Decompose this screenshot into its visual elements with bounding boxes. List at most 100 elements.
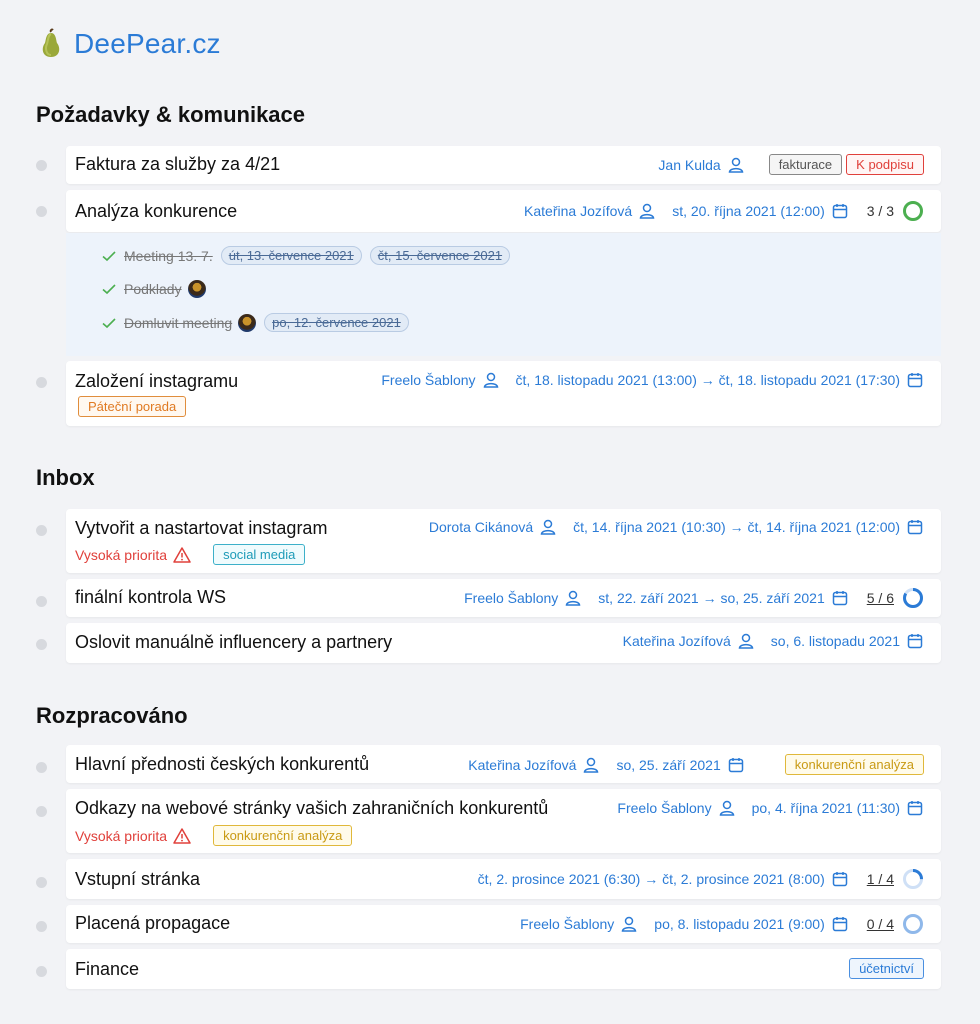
due-date[interactable]: po, 4. října 2021 (11:30)	[752, 799, 924, 817]
task-complete-toggle[interactable]	[36, 596, 47, 607]
task-card[interactable]: Hlavní přednosti českých konkurentů Kate…	[66, 745, 941, 783]
subtask-date[interactable]: po, 12. července 2021	[264, 313, 409, 332]
tag-label[interactable]: Páteční porada	[78, 396, 187, 417]
task-card[interactable]: Vytvořit a nastartovat instagram Dorota …	[66, 509, 941, 573]
section-title: Požadavky & komunikace	[36, 102, 306, 127]
task-complete-toggle[interactable]	[36, 377, 47, 388]
subtask-count: 0 / 4	[866, 916, 894, 932]
assignee[interactable]: Jan Kulda	[658, 156, 744, 174]
subtask-title: Domluvit meeting	[124, 314, 233, 331]
subtask-title: Meeting 13. 7.	[124, 247, 213, 264]
task-complete-toggle[interactable]	[36, 206, 47, 217]
subtask-date[interactable]: čt, 15. července 2021	[369, 246, 511, 265]
due-date[interactable]: čt, 2. prosince 2021 (6:30) → čt, 2. pro…	[478, 870, 849, 888]
task-title[interactable]: Finance	[75, 959, 139, 980]
due-date[interactable]: st, 20. října 2021 (12:00)	[672, 202, 849, 220]
priority-label: Vysoká priorita	[75, 546, 191, 564]
subtask-item[interactable]: Meeting 13. 7. út, 13. července 2021 čt,…	[100, 246, 511, 265]
subtask-counter[interactable]: 5 / 6	[867, 587, 924, 609]
brand-logo[interactable]: DeePear.cz	[36, 28, 221, 60]
task-title[interactable]: finální kontrola WS	[75, 587, 226, 608]
progress-ring-icon	[903, 869, 923, 889]
task-card[interactable]: Vstupní stránka čt, 2. prosince 2021 (6:…	[66, 859, 941, 899]
due-date[interactable]: čt, 14. října 2021 (10:30) → čt, 14. říj…	[573, 518, 924, 536]
task-card[interactable]: Faktura za služby za 4/21 Jan Kulda fakt…	[66, 146, 941, 184]
task-complete-toggle[interactable]	[36, 525, 47, 536]
task-title[interactable]: Oslovit manuálně influencery a partnery	[75, 632, 392, 653]
user-icon	[728, 157, 744, 173]
tag-label[interactable]: konkurenční analýza	[213, 825, 353, 846]
user-icon	[639, 203, 655, 219]
assignee-name: Dorota Cikánová	[428, 519, 534, 535]
task-complete-toggle[interactable]	[36, 160, 47, 171]
task-card[interactable]: Odkazy na webové stránky vašich zahranič…	[66, 789, 941, 853]
task-complete-toggle[interactable]	[36, 921, 47, 932]
avatar[interactable]	[187, 280, 206, 298]
due-date[interactable]: po, 8. listopadu 2021 (9:00)	[654, 915, 848, 933]
due-date[interactable]: st, 22. září 2021 → so, 25. září 2021	[598, 589, 848, 607]
task-card[interactable]: Placená propagace Freelo Šablony po, 8. …	[66, 905, 941, 943]
section-title: Rozpracováno	[36, 703, 188, 728]
calendar-icon	[728, 757, 743, 772]
task-complete-toggle[interactable]	[36, 877, 47, 888]
calendar-icon	[907, 634, 923, 649]
avatar[interactable]	[238, 313, 257, 332]
assignee-name: Freelo Šablony	[464, 590, 559, 606]
assignee[interactable]: Freelo Šablony	[464, 589, 582, 607]
due-date-text: čt, 2. prosince 2021 (6:30) → čt, 2. pro…	[477, 871, 825, 887]
progress-ring-icon	[903, 588, 923, 608]
assignee-name: Jan Kulda	[658, 156, 721, 173]
assignee[interactable]: Freelo Šablony	[520, 915, 638, 933]
subtask-counter[interactable]: 0 / 4	[867, 913, 924, 935]
progress-ring-icon	[903, 914, 923, 934]
tag-label[interactable]: konkurenční analýza	[784, 754, 924, 775]
due-date[interactable]: so, 6. listopadu 2021	[771, 632, 924, 650]
task-complete-toggle[interactable]	[36, 966, 47, 977]
task-card[interactable]: Oslovit manuálně influencery a partnery …	[66, 623, 941, 663]
user-icon	[621, 916, 637, 932]
task-title[interactable]: Analýza konkurence	[75, 201, 237, 222]
due-date[interactable]: čt, 18. listopadu 2021 (13:00) → čt, 18.…	[516, 371, 924, 389]
calendar-icon	[832, 872, 847, 887]
subtask-item[interactable]: Domluvit meeting po, 12. července 2021	[100, 313, 409, 332]
tag-label[interactable]: účetnictví	[849, 958, 924, 979]
calendar-icon	[907, 520, 923, 535]
task-complete-toggle[interactable]	[36, 762, 47, 773]
section-title: Inbox	[36, 465, 95, 490]
task-title[interactable]: Hlavní přednosti českých konkurentů	[75, 754, 369, 775]
task-title[interactable]: Vytvořit a nastartovat instagram	[75, 518, 327, 539]
due-date-text: st, 20. října 2021 (12:00)	[672, 203, 825, 219]
user-icon	[738, 633, 754, 649]
due-date-text: po, 8. listopadu 2021 (9:00)	[654, 916, 825, 932]
assignee[interactable]: Freelo Šablony	[617, 799, 735, 817]
due-date[interactable]: so, 25. září 2021	[616, 756, 744, 774]
subtask-date[interactable]: út, 13. července 2021	[220, 246, 362, 265]
subtask-counter[interactable]: 3 / 3	[867, 200, 924, 222]
task-card[interactable]: finální kontrola WS Freelo Šablony st, 2…	[66, 579, 941, 617]
assignee[interactable]: Kateřina Jozífová	[623, 632, 755, 650]
tag-label[interactable]: fakturace	[768, 154, 843, 175]
task-complete-toggle[interactable]	[36, 639, 47, 650]
assignee[interactable]: Freelo Šablony	[381, 371, 499, 389]
warning-icon	[173, 546, 191, 563]
subtask-item[interactable]: Podklady	[100, 280, 206, 298]
task-card[interactable]: Analýza konkurence Kateřina Jozífová st,…	[66, 190, 941, 232]
task-complete-toggle[interactable]	[36, 806, 47, 817]
task-card[interactable]: Založení instagramu Freelo Šablony čt, 1…	[66, 361, 941, 426]
task-title[interactable]: Placená propagace	[75, 913, 230, 934]
task-title[interactable]: Založení instagramu	[75, 371, 238, 392]
task-title[interactable]: Vstupní stránka	[75, 869, 200, 890]
task-card[interactable]: Finance účetnictví	[66, 949, 941, 989]
subtask-counter[interactable]: 1 / 4	[867, 868, 924, 890]
due-date-text: čt, 18. listopadu 2021 (13:00) → čt, 18.…	[515, 372, 900, 388]
pear-icon	[42, 28, 60, 57]
assignee[interactable]: Dorota Cikánová	[429, 518, 557, 536]
calendar-icon	[832, 917, 847, 932]
task-title[interactable]: Odkazy na webové stránky vašich zahranič…	[75, 798, 548, 819]
task-title[interactable]: Faktura za služby za 4/21	[75, 154, 280, 175]
assignee[interactable]: Kateřina Jozífová	[468, 756, 600, 774]
assignee[interactable]: Kateřina Jozífová	[524, 202, 656, 220]
user-icon	[540, 519, 556, 535]
tag-label[interactable]: K podpisu	[846, 154, 924, 175]
tag-label[interactable]: social media	[213, 544, 306, 565]
